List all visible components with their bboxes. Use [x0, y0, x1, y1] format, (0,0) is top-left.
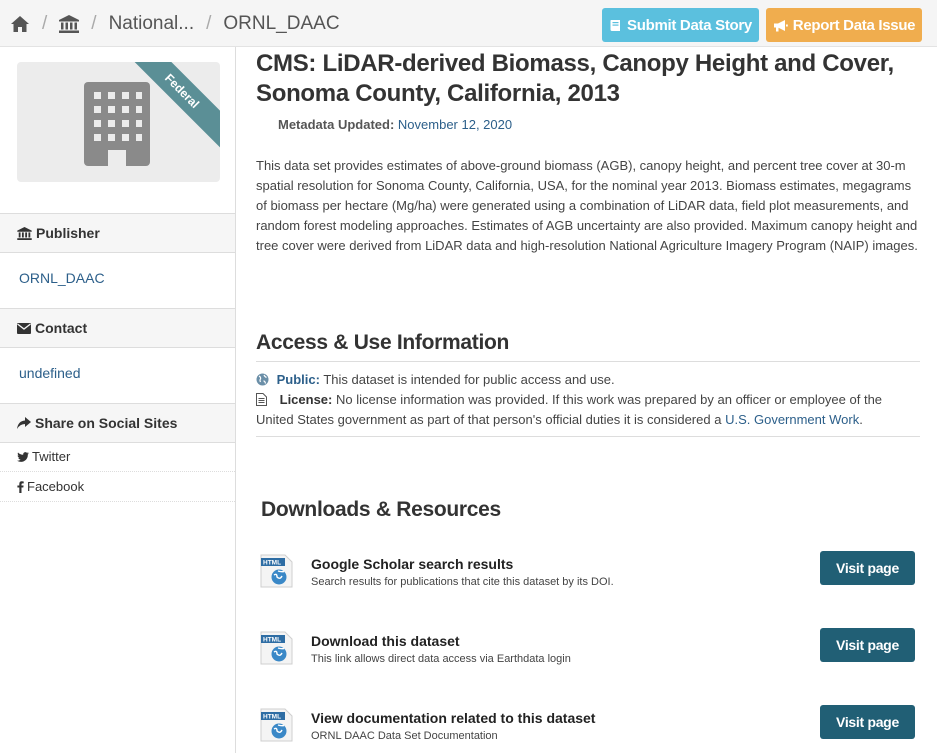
license-row: License: No license information was prov… [256, 390, 920, 430]
document-icon [256, 393, 267, 406]
facebook-icon [17, 480, 24, 493]
breadcrumb-item-organization[interactable]: National... [109, 13, 195, 35]
access-heading: Access & Use Information [256, 331, 510, 354]
book-icon [610, 19, 621, 31]
bullhorn-icon [773, 19, 788, 31]
share-icon [17, 417, 31, 429]
dataset-description: This data set provides estimates of abov… [256, 158, 918, 253]
license-label: License: [279, 392, 333, 407]
facebook-label: Facebook [27, 479, 85, 494]
building-icon [84, 82, 150, 166]
report-data-issue-label: Report Data Issue [792, 16, 916, 34]
resource-description: This link allows direct data access via … [311, 653, 571, 665]
html-file-icon: HTML [260, 708, 293, 742]
file-type-label: HTML [263, 637, 281, 644]
envelope-icon [17, 322, 31, 334]
resource-item: HTML View documentation related to this … [260, 705, 920, 748]
breadcrumb-separator: / [42, 12, 48, 34]
public-access-label: Public: [276, 372, 320, 387]
twitter-share-link[interactable]: Twitter [0, 442, 235, 472]
breadcrumb-separator: / [91, 12, 97, 34]
institution-icon [17, 226, 32, 240]
share-heading: Share on Social Sites [0, 403, 235, 443]
html-file-icon: HTML [260, 554, 293, 588]
divider [256, 361, 920, 362]
contact-heading-label: Contact [35, 320, 88, 336]
breadcrumb-item-publisher[interactable]: ORNL_DAAC [223, 13, 339, 35]
government-work-link[interactable]: U.S. Government Work [725, 412, 859, 427]
resource-title: Google Scholar search results [311, 556, 514, 572]
html-file-icon: HTML [260, 631, 293, 665]
resource-description: ORNL DAAC Data Set Documentation [311, 730, 498, 742]
file-type-label: HTML [263, 560, 281, 567]
breadcrumb: / / National... / ORNL_DAAC [10, 0, 340, 47]
twitter-icon [17, 451, 29, 462]
submit-data-story-label: Submit Data Story [627, 16, 752, 34]
contact-link[interactable]: undefined [19, 365, 81, 381]
publisher-heading: Publisher [0, 213, 235, 253]
home-icon[interactable] [10, 15, 30, 33]
resource-item: HTML Download this dataset This link all… [260, 628, 920, 671]
metadata-updated-date: November 12, 2020 [397, 117, 513, 132]
report-data-issue-button[interactable]: Report Data Issue [766, 8, 922, 42]
visit-page-button[interactable]: Visit page [820, 551, 915, 585]
public-access-text: This dataset is intended for public acce… [323, 372, 615, 387]
visit-page-button[interactable]: Visit page [820, 705, 915, 739]
visit-page-button[interactable]: Visit page [820, 628, 915, 662]
twitter-label: Twitter [32, 449, 71, 464]
facebook-share-link[interactable]: Facebook [0, 472, 235, 502]
dataset-title: CMS: LiDAR-derived Biomass, Canopy Heigh… [256, 50, 894, 107]
submit-data-story-button[interactable]: Submit Data Story [602, 8, 759, 42]
resource-item: HTML Google Scholar search results Searc… [260, 551, 920, 594]
top-bar: / / National... / ORNL_DAAC Submit Data … [0, 0, 937, 47]
access-info: Public: This dataset is intended for pub… [256, 370, 920, 430]
globe-icon [256, 373, 269, 386]
divider [256, 436, 920, 437]
metadata-updated: Metadata Updated: November 12, 2020 [278, 117, 512, 132]
breadcrumb-separator: / [206, 12, 212, 34]
downloads-heading: Downloads & Resources [261, 498, 501, 521]
resource-description: Search results for publications that cit… [311, 576, 614, 588]
organization-image: Federal [17, 62, 220, 182]
contact-heading: Contact [0, 308, 235, 348]
sidebar: Federal Publisher ORNL_DAAC Contact unde… [0, 47, 236, 753]
metadata-updated-label: Metadata Updated: [278, 117, 395, 132]
publisher-link[interactable]: ORNL_DAAC [19, 270, 105, 286]
institution-icon[interactable] [59, 14, 80, 33]
public-access-row: Public: This dataset is intended for pub… [256, 370, 920, 390]
resource-title: Download this dataset [311, 633, 460, 649]
share-heading-label: Share on Social Sites [35, 415, 178, 431]
resource-title: View documentation related to this datas… [311, 710, 596, 726]
license-end: . [859, 412, 863, 427]
publisher-heading-label: Publisher [36, 225, 100, 241]
file-type-label: HTML [263, 714, 281, 721]
